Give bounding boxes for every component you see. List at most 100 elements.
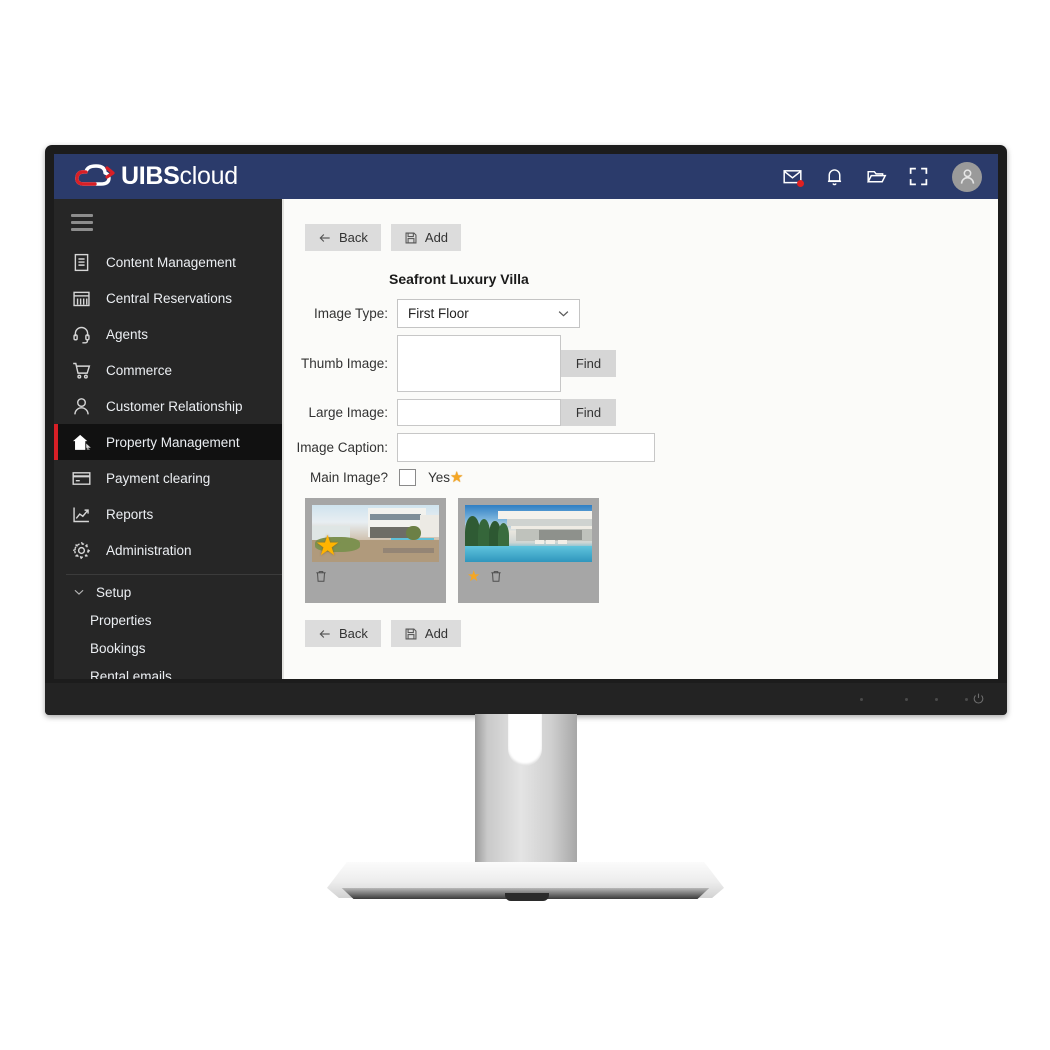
trash-icon[interactable] bbox=[489, 568, 503, 584]
sidebar-item-label: Reports bbox=[106, 506, 154, 522]
sidebar-item-reports[interactable]: Reports bbox=[54, 496, 282, 532]
person-icon bbox=[71, 396, 92, 417]
sidebar-item-label: Property Management bbox=[106, 434, 240, 450]
sidebar: Content Management Central Reservations bbox=[54, 199, 282, 679]
form-row-thumb-image: Thumb Image: Find bbox=[294, 335, 998, 392]
sidebar-item-agents[interactable]: Agents bbox=[54, 316, 282, 352]
monitor-bottom-bezel bbox=[45, 683, 1007, 715]
back-button-top[interactable]: Back bbox=[305, 224, 381, 251]
thumb-image-label: Thumb Image: bbox=[300, 356, 388, 371]
sidebar-item-label: Central Reservations bbox=[106, 290, 233, 306]
stand-foot bbox=[505, 893, 549, 901]
screen: UIBScloud Content Management Central Res… bbox=[54, 154, 998, 679]
trash-icon[interactable] bbox=[314, 568, 328, 584]
sidebar-item-label: Commerce bbox=[106, 362, 173, 378]
hamburger-bar bbox=[71, 214, 93, 217]
cloud-logo-icon bbox=[75, 163, 115, 186]
hamburger-bar bbox=[71, 221, 93, 224]
app-header: UIBScloud bbox=[54, 154, 998, 199]
menu-toggle-icon[interactable] bbox=[71, 214, 93, 231]
sidebar-subitem-setup[interactable]: Setup bbox=[54, 578, 282, 606]
form-row-large-image: Large Image: Find bbox=[294, 399, 998, 426]
form-row-image-caption: Image Caption: bbox=[294, 433, 998, 462]
main-image-label: Main Image? bbox=[309, 470, 388, 485]
image-card-list: ★ ★ bbox=[305, 498, 998, 603]
bezel-button-dot[interactable] bbox=[905, 698, 908, 701]
bezel-button-dot[interactable] bbox=[860, 698, 863, 701]
sidebar-subitem-label: Rental emails bbox=[90, 668, 172, 680]
headset-icon bbox=[71, 324, 92, 345]
sidebar-item-content-management[interactable]: Content Management bbox=[54, 244, 282, 280]
bezel-button-dot[interactable] bbox=[935, 698, 938, 701]
image-type-label: Image Type: bbox=[313, 306, 388, 321]
image-type-select[interactable]: First Floor bbox=[397, 299, 580, 328]
sidebar-subitem-properties[interactable]: Properties bbox=[54, 606, 282, 634]
sidebar-item-commerce[interactable]: Commerce bbox=[54, 352, 282, 388]
stand-cable-hole bbox=[508, 714, 542, 766]
add-button-label: Add bbox=[424, 230, 449, 245]
back-button-bottom[interactable]: Back bbox=[305, 620, 381, 647]
bell-icon[interactable] bbox=[824, 166, 845, 187]
image-card-1[interactable]: ★ bbox=[305, 498, 446, 603]
monitor-bezel: UIBScloud Content Management Central Res… bbox=[54, 154, 998, 679]
sidebar-subitem-rental-emails[interactable]: Rental emails bbox=[54, 662, 282, 680]
image-caption-input[interactable] bbox=[397, 433, 655, 462]
toolbar-bottom: Back Add bbox=[305, 620, 998, 647]
add-button-top[interactable]: Add bbox=[390, 224, 462, 251]
document-icon bbox=[71, 252, 92, 273]
bezel-button-dot[interactable] bbox=[965, 698, 968, 701]
app-logo[interactable]: UIBScloud bbox=[71, 154, 238, 199]
add-button-bottom[interactable]: Add bbox=[390, 620, 462, 647]
logo-bold: UIBS bbox=[121, 162, 180, 190]
hamburger-bar bbox=[71, 228, 93, 231]
image-card-actions: ★ bbox=[465, 568, 592, 584]
form-row-image-type: Image Type: First Floor bbox=[294, 299, 998, 328]
sidebar-item-payment-clearing[interactable]: Payment clearing bbox=[54, 460, 282, 496]
calendar-icon bbox=[71, 288, 92, 309]
image-thumbnail[interactable] bbox=[465, 505, 592, 562]
toolbar-top: Back Add bbox=[305, 224, 998, 251]
page-title: Seafront Luxury Villa bbox=[389, 271, 529, 287]
star-icon: ★ bbox=[450, 469, 464, 486]
star-icon[interactable]: ★ bbox=[315, 532, 340, 560]
mail-icon[interactable] bbox=[782, 166, 804, 187]
image-thumbnail[interactable]: ★ bbox=[312, 505, 439, 562]
large-image-input[interactable] bbox=[397, 399, 561, 426]
folder-icon[interactable] bbox=[866, 166, 887, 187]
chart-icon bbox=[71, 504, 92, 525]
main-image-checkbox[interactable] bbox=[399, 469, 416, 486]
large-image-label: Large Image: bbox=[308, 405, 388, 420]
sidebar-subitem-bookings[interactable]: Bookings bbox=[54, 634, 282, 662]
image-caption-label: Image Caption: bbox=[296, 440, 388, 455]
sidebar-item-label: Payment clearing bbox=[106, 470, 211, 486]
save-icon bbox=[404, 231, 418, 245]
arrow-left-icon bbox=[318, 627, 332, 641]
sidebar-item-label: Content Management bbox=[106, 254, 236, 270]
sidebar-item-property-management[interactable]: Property Management bbox=[54, 424, 282, 460]
sidebar-subitem-label: Bookings bbox=[90, 640, 146, 656]
thumb-image-input[interactable] bbox=[397, 335, 561, 392]
image-form: Image Type: First Floor Thumb Image: Fin… bbox=[294, 299, 998, 486]
image-type-value: First Floor bbox=[408, 306, 469, 321]
add-button-label: Add bbox=[424, 626, 449, 641]
sidebar-item-customer-relationship[interactable]: Customer Relationship bbox=[54, 388, 282, 424]
card-icon bbox=[71, 468, 92, 489]
sidebar-item-central-reservations[interactable]: Central Reservations bbox=[54, 280, 282, 316]
thumb-find-button[interactable]: Find bbox=[561, 350, 616, 377]
large-find-button[interactable]: Find bbox=[561, 399, 616, 426]
image-card-2[interactable]: ★ bbox=[458, 498, 599, 603]
chevron-down-icon bbox=[556, 306, 571, 321]
sidebar-divider bbox=[66, 574, 282, 575]
header-icon-group bbox=[782, 161, 982, 192]
avatar[interactable] bbox=[952, 161, 982, 192]
home-icon bbox=[71, 432, 92, 453]
sidebar-subitem-label: Setup bbox=[96, 584, 132, 600]
image-card-actions bbox=[312, 568, 439, 584]
power-icon[interactable] bbox=[972, 692, 985, 705]
villa-photo: ★ bbox=[312, 505, 439, 562]
star-icon[interactable]: ★ bbox=[467, 569, 480, 584]
save-icon bbox=[404, 627, 418, 641]
fullscreen-icon[interactable] bbox=[908, 166, 929, 187]
sidebar-item-administration[interactable]: Administration bbox=[54, 532, 282, 568]
chevron-down-icon bbox=[72, 585, 86, 599]
